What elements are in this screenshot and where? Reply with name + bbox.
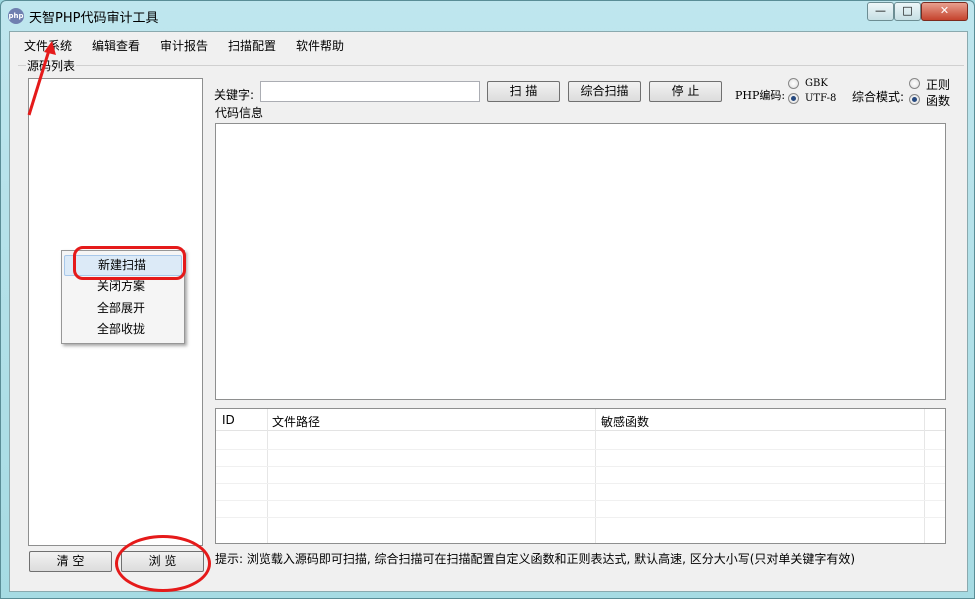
php-encoding-label: PHP编码:	[735, 89, 786, 102]
regex-radio[interactable]	[909, 78, 920, 89]
annotation-arrow-icon	[27, 41, 56, 116]
column-id[interactable]: ID	[222, 413, 235, 427]
utf8-radio-label: UTF-8	[805, 93, 837, 104]
annotation-circle-new-scan	[73, 246, 186, 280]
utf8-radio[interactable]	[788, 93, 799, 104]
menu-edit-view[interactable]: 编辑查看	[92, 37, 140, 54]
menu-scan-config[interactable]: 扫描配置	[228, 37, 276, 54]
table-row-line	[216, 466, 945, 467]
scan-button[interactable]: 扫 描	[487, 81, 560, 102]
gbk-radio-label: GBK	[805, 78, 828, 89]
window-title: 天智PHP代码审计工具	[29, 11, 159, 26]
menu-software-help[interactable]: 软件帮助	[296, 37, 344, 54]
keyword-label: 关键字:	[214, 88, 255, 102]
table-header: ID 文件路径 敏感函数	[216, 409, 945, 431]
column-divider	[595, 409, 596, 543]
table-row-line	[216, 449, 945, 450]
gbk-radio[interactable]	[788, 78, 799, 89]
table-row-line	[216, 483, 945, 484]
annotation-circle-browse	[115, 535, 211, 592]
php-app-icon: php	[8, 8, 24, 24]
group-divider	[18, 65, 964, 66]
results-table[interactable]: ID 文件路径 敏感函数	[215, 408, 946, 544]
combo-mode-label: 综合模式:	[852, 90, 905, 104]
function-radio[interactable]	[909, 94, 920, 105]
close-button[interactable]: ✕	[921, 2, 968, 21]
column-file-path[interactable]: 文件路径	[272, 413, 320, 430]
menu-bar: 文件系统 编辑查看 审计报告 扫描配置 软件帮助	[10, 32, 967, 56]
table-row-line	[216, 517, 945, 518]
clear-button[interactable]: 清 空	[29, 551, 112, 572]
combo-scan-button[interactable]: 综合扫描	[568, 81, 641, 102]
minimize-button[interactable]: —	[867, 2, 894, 21]
keyword-input[interactable]	[260, 81, 480, 102]
code-info-area[interactable]	[215, 123, 946, 400]
maximize-button[interactable]: □	[894, 2, 921, 21]
column-sensitive-function[interactable]: 敏感函数	[601, 413, 649, 430]
menu-audit-report[interactable]: 审计报告	[160, 37, 208, 54]
tip-text: 提示: 浏览载入源码即可扫描, 综合扫描可在扫描配置自定义函数和正则表达式, 默…	[215, 552, 856, 566]
column-divider	[267, 409, 268, 543]
function-radio-label: 函数	[926, 94, 951, 108]
app-window: php 天智PHP代码审计工具 — □ ✕ 文件系统 编辑查看 审计报告 扫描配…	[0, 0, 975, 599]
context-item-collapse-all[interactable]: 全部收拢	[64, 319, 182, 340]
client-area: 文件系统 编辑查看 审计报告 扫描配置 软件帮助 源码列表 清 空 浏 览 关键…	[9, 31, 968, 592]
title-bar[interactable]: php 天智PHP代码审计工具 — □ ✕	[1, 1, 974, 29]
regex-radio-label: 正则	[926, 78, 951, 92]
table-row-line	[216, 500, 945, 501]
column-divider	[924, 409, 925, 543]
stop-button[interactable]: 停 止	[649, 81, 722, 102]
context-item-expand-all[interactable]: 全部展开	[64, 298, 182, 319]
code-info-label: 代码信息	[215, 106, 264, 120]
